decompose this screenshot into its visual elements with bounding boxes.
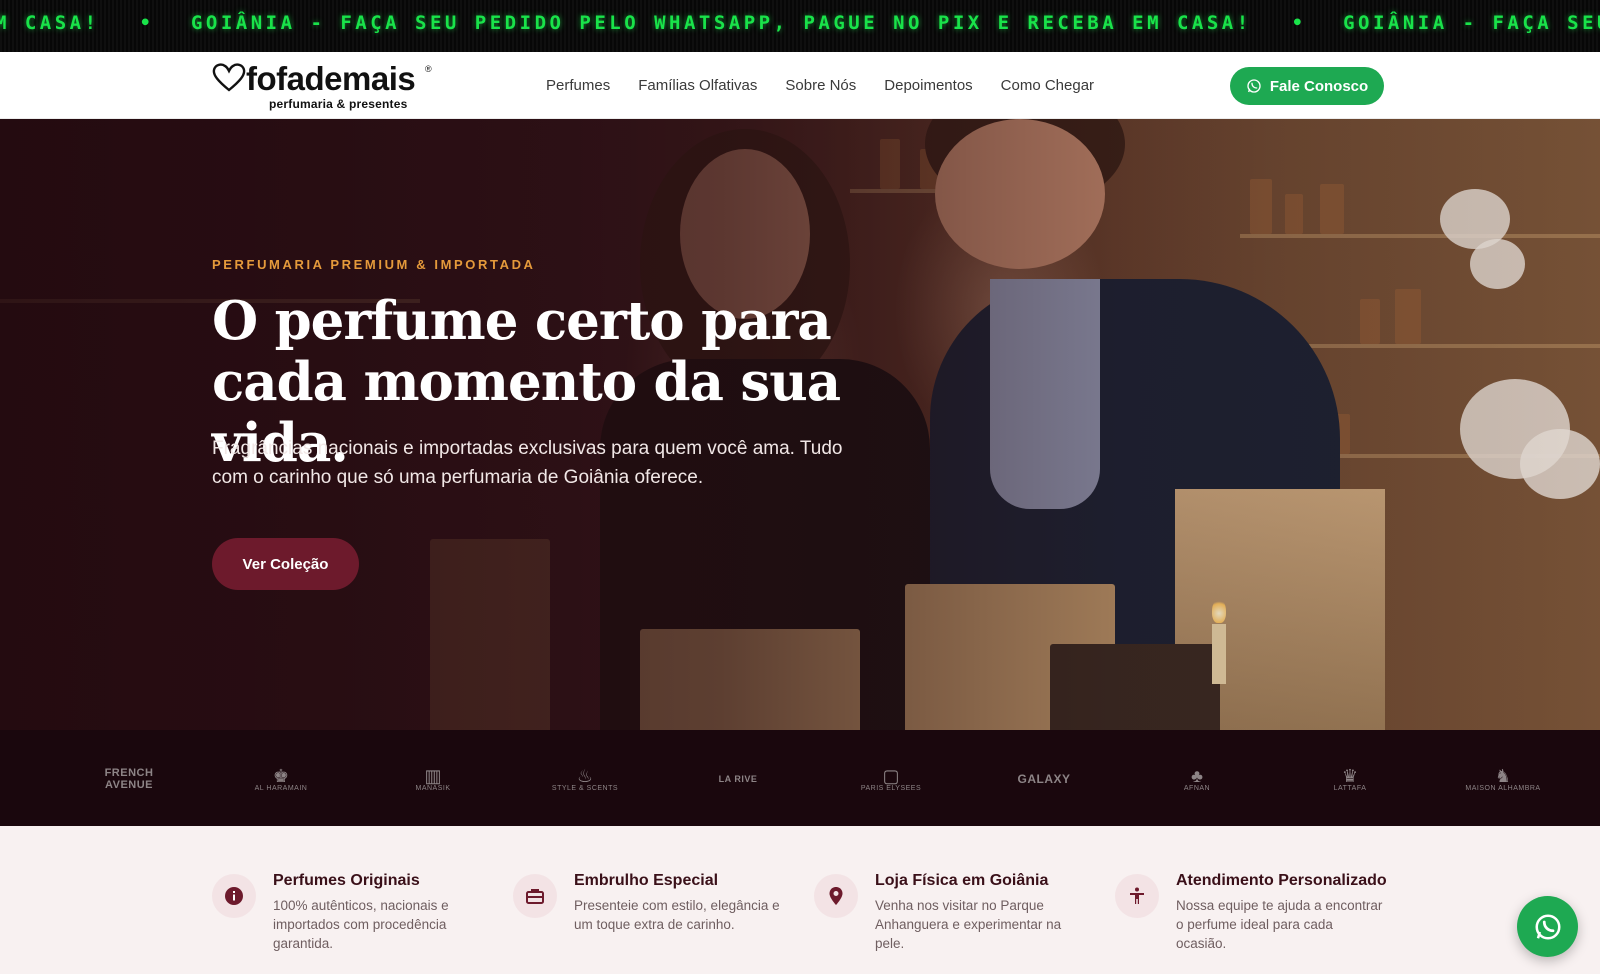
brand-logos-strip: FRENCH AVENUE ♚ AL HARAMAIN ▥ MANASIK ♨ … [0, 730, 1600, 826]
nav-depoimentos[interactable]: Depoimentos [884, 77, 972, 94]
logo-tagline: perfumaria & presentes [269, 97, 408, 111]
fale-conosco-label: Fale Conosco [1269, 77, 1369, 95]
whatsapp-icon [1247, 79, 1261, 93]
person-icon [1130, 887, 1144, 904]
features-section: Perfumes Originais 100% autênticos, naci… [0, 826, 1600, 974]
logo[interactable]: fofademais ® perfumaria & presentes [212, 60, 442, 112]
fale-conosco-button[interactable]: Fale Conosco [1230, 67, 1384, 105]
nav-perfumes[interactable]: Perfumes [546, 77, 610, 94]
brand-logo-manasik[interactable]: ▥ MANASIK [388, 762, 478, 796]
brand-logo-al-haramain[interactable]: ♚ AL HARAMAIN [236, 762, 326, 796]
ticker-text: GOIÂNIA - FAÇA SEU PEDIDO PELO WHATSAPP,… [190, 12, 1252, 34]
brand-logo-galaxy[interactable]: GALAXY [999, 762, 1089, 796]
main-nav: Perfumes Famílias Olfativas Sobre Nós De… [546, 77, 1122, 94]
brand-logo-afnan[interactable]: ♣ AFNAN [1152, 762, 1242, 796]
location-pin-icon [829, 887, 843, 905]
whatsapp-icon [1535, 914, 1560, 939]
hero-subtext: Fragrâncias nacionais e importadas exclu… [212, 438, 843, 488]
feature-title: Perfumes Originais [273, 872, 420, 889]
feature-description: Nossa equipe te ajuda a encontrar o perf… [1176, 898, 1383, 951]
nav-sobre-nos[interactable]: Sobre Nós [785, 77, 856, 94]
brand-logo-la-rive[interactable]: LA RIVE [693, 762, 783, 796]
heart-icon [212, 63, 246, 92]
brand-logo-lattafa[interactable]: ♛ LATTAFA [1305, 762, 1395, 796]
feature-description: Venha nos visitar no Parque Anhanguera e… [875, 898, 1062, 951]
ticker-text: GOIÂNIA - FAÇA SEU PEDIDO PELO [1343, 12, 1600, 34]
info-icon [225, 887, 243, 905]
registered-mark: ® [425, 64, 432, 74]
brand-logo-style-scents[interactable]: ♨ STYLE & SCENTS [540, 762, 630, 796]
ver-colecao-button[interactable]: Ver Coleção [212, 538, 359, 590]
nav-familias-olfativas[interactable]: Famílias Olfativas [638, 77, 757, 94]
ticker-text: EM CASA! [0, 12, 100, 34]
feature-title: Loja Física em Goiânia [875, 872, 1049, 889]
hero-kicker: PERFUMARIA PREMIUM & IMPORTADA [212, 257, 536, 272]
logo-wordmark: fofademais [246, 60, 416, 97]
feature-title: Embrulho Especial [574, 872, 719, 889]
gift-box-icon [526, 889, 544, 904]
nav-como-chegar[interactable]: Como Chegar [1001, 77, 1094, 94]
brand-logo-paris-elysees[interactable]: ▢ PARIS ELYSEES [846, 762, 936, 796]
brand-logo-maison-alhambra[interactable]: ♞ MAISON ALHAMBRA [1458, 762, 1548, 796]
whatsapp-floating-button[interactable] [1517, 896, 1578, 957]
ticker-separator: • [1291, 12, 1304, 34]
hero-section: PERFUMARIA PREMIUM & IMPORTADA O perfume… [0, 119, 1600, 730]
announcement-ticker: EM CASA! • GOIÂNIA - FAÇA SEU PEDIDO PEL… [0, 0, 1600, 52]
feature-title: Atendimento Personalizado [1176, 872, 1387, 889]
feature-description: 100% autênticos, nacionais e importados … [273, 898, 449, 951]
brand-logo-french-avenue[interactable]: FRENCH AVENUE [84, 762, 174, 796]
site-header: fofademais ® perfumaria & presentes Perf… [0, 52, 1600, 119]
ticker-separator: • [139, 12, 151, 34]
feature-description: Presenteie com estilo, elegância e um to… [574, 898, 780, 932]
